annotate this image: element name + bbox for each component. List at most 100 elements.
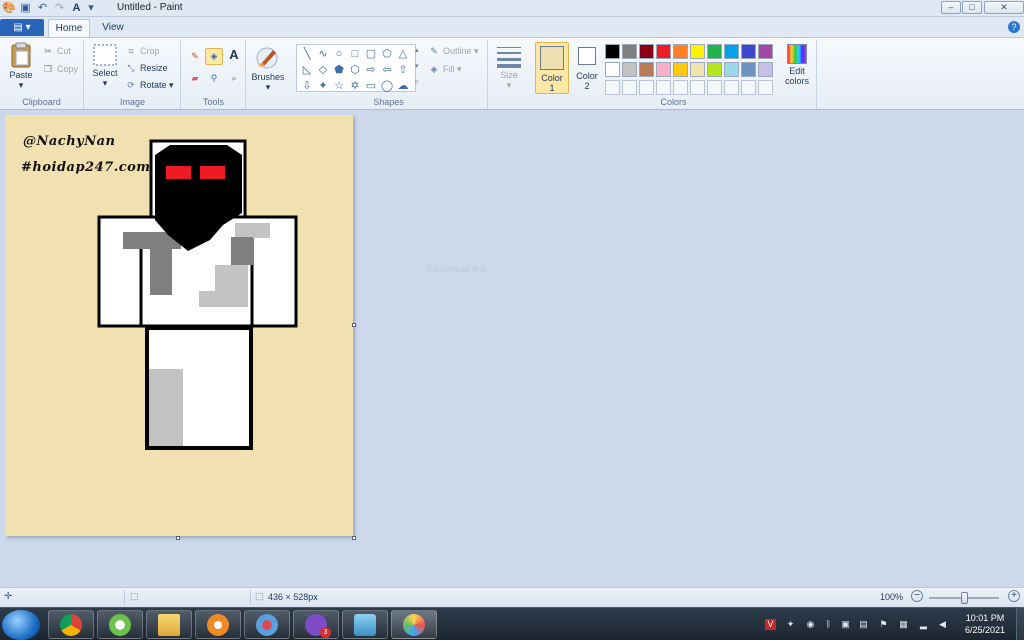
- down-arrow-shape-icon[interactable]: ⇩: [299, 78, 315, 94]
- canvas-workspace[interactable]: @NachyNan #hoidap247.com Fill canvas fir…: [0, 111, 1024, 587]
- color2-button[interactable]: Color 2: [572, 42, 602, 91]
- oval-callout-shape-icon[interactable]: ◯: [379, 78, 395, 94]
- palette-swatch[interactable]: [605, 62, 620, 77]
- close-button[interactable]: ✕: [984, 1, 1024, 14]
- palette-swatch[interactable]: [639, 44, 654, 59]
- palette-custom-swatch[interactable]: [724, 80, 739, 95]
- six-point-star-shape-icon[interactable]: ✡: [347, 78, 363, 94]
- palette-custom-swatch[interactable]: [758, 80, 773, 95]
- cut-button[interactable]: ✂ Cut: [42, 44, 71, 58]
- rectangle-shape-icon[interactable]: □: [347, 46, 363, 62]
- size-button[interactable]: Size ▾: [493, 44, 525, 90]
- tray-volume-icon[interactable]: ◀: [937, 619, 948, 630]
- left-arrow-shape-icon[interactable]: ⇦: [379, 62, 395, 78]
- five-point-star-shape-icon[interactable]: ☆: [331, 78, 347, 94]
- canvas-resize-handle-corner[interactable]: [352, 536, 356, 540]
- taskbar-viber[interactable]: 3: [293, 610, 339, 639]
- palette-swatch[interactable]: [741, 44, 756, 59]
- fill-bucket-tool-icon[interactable]: ◈: [205, 48, 223, 65]
- taskbar-app-7[interactable]: [342, 610, 388, 639]
- tray-bluetooth-icon[interactable]: ᛒ: [823, 619, 834, 630]
- tray-app-icon-3[interactable]: ▣: [840, 619, 851, 630]
- rounded-callout-shape-icon[interactable]: ▭: [363, 78, 379, 94]
- start-button-windows-icon[interactable]: [2, 610, 40, 640]
- palette-swatch[interactable]: [656, 44, 671, 59]
- text-tool-icon[interactable]: A: [226, 48, 242, 62]
- cloud-callout-shape-icon[interactable]: ☁: [395, 78, 411, 94]
- hexagon-shape-icon[interactable]: ⬡: [347, 62, 363, 78]
- tray-app-icon-4[interactable]: ▤: [858, 619, 869, 630]
- up-arrow-shape-icon[interactable]: ⇧: [395, 62, 411, 78]
- shapes-scroll-down-icon[interactable]: ▾: [415, 60, 423, 74]
- palette-custom-swatch[interactable]: [741, 80, 756, 95]
- crop-button[interactable]: ⌗ Crop: [125, 44, 159, 58]
- copy-button[interactable]: ❐ Copy: [42, 62, 78, 76]
- palette-swatch[interactable]: [758, 44, 773, 59]
- file-menu-button[interactable]: ▤ ▾: [0, 19, 44, 36]
- palette-custom-swatch[interactable]: [605, 80, 620, 95]
- resize-button[interactable]: ⤡ Resize: [125, 61, 167, 75]
- eraser-tool-icon[interactable]: ▰: [187, 71, 203, 85]
- palette-swatch[interactable]: [707, 44, 722, 59]
- oval-shape-icon[interactable]: ○: [331, 46, 347, 62]
- taskbar-chrome[interactable]: [48, 610, 94, 639]
- redo-icon[interactable]: ↷: [53, 2, 66, 15]
- right-arrow-shape-icon[interactable]: ⇨: [363, 62, 379, 78]
- pentagon-shape-icon[interactable]: ⬟: [331, 62, 347, 78]
- save-icon[interactable]: ▣: [19, 2, 32, 15]
- palette-custom-swatch[interactable]: [690, 80, 705, 95]
- palette-swatch[interactable]: [741, 62, 756, 77]
- tray-flag-icon[interactable]: ⚑: [878, 619, 889, 630]
- palette-swatch[interactable]: [622, 44, 637, 59]
- palette-swatch[interactable]: [724, 62, 739, 77]
- palette-swatch[interactable]: [758, 62, 773, 77]
- taskbar-app-4[interactable]: [195, 610, 241, 639]
- tray-app-icon-1[interactable]: ✦: [785, 619, 796, 630]
- polygon-shape-icon[interactable]: ⬠: [379, 46, 395, 62]
- palette-swatch[interactable]: [622, 62, 637, 77]
- tab-view[interactable]: View: [94, 19, 132, 37]
- palette-swatch[interactable]: [673, 44, 688, 59]
- rounded-rectangle-shape-icon[interactable]: ▢: [363, 46, 379, 62]
- line-shape-icon[interactable]: ╲: [299, 46, 315, 62]
- paste-button[interactable]: Paste ▾: [6, 42, 36, 90]
- brushes-button[interactable]: Brushes ▾: [251, 44, 285, 92]
- taskbar-paint[interactable]: [391, 610, 437, 639]
- rotate-button[interactable]: ⟳ Rotate ▾: [125, 78, 173, 92]
- palette-swatch[interactable]: [690, 44, 705, 59]
- customize-quick-access-chevron-icon[interactable]: ▾: [87, 2, 95, 15]
- palette-custom-swatch[interactable]: [622, 80, 637, 95]
- color-picker-tool-icon[interactable]: ⚲: [206, 71, 222, 85]
- zoom-in-button[interactable]: +: [1008, 590, 1020, 602]
- palette-custom-swatch[interactable]: [707, 80, 722, 95]
- shapes-expand-icon[interactable]: ▿: [415, 76, 423, 90]
- palette-custom-swatch[interactable]: [639, 80, 654, 95]
- tray-app-icon-2[interactable]: ◉: [805, 619, 816, 630]
- tab-home[interactable]: Home: [48, 19, 90, 37]
- taskbar-app-5[interactable]: [244, 610, 290, 639]
- magnifier-tool-icon[interactable]: ⌕: [226, 71, 242, 85]
- palette-swatch[interactable]: [639, 62, 654, 77]
- palette-swatch[interactable]: [656, 62, 671, 77]
- taskbar-file-explorer[interactable]: [146, 610, 192, 639]
- tray-vivaldi-icon[interactable]: V: [765, 619, 776, 630]
- palette-custom-swatch[interactable]: [673, 80, 688, 95]
- four-point-star-shape-icon[interactable]: ✦: [315, 78, 331, 94]
- taskbar-app-2[interactable]: [97, 610, 143, 639]
- canvas-resize-handle-bottom[interactable]: [176, 536, 180, 540]
- tray-app-icon-5[interactable]: ▦: [898, 619, 909, 630]
- palette-custom-swatch[interactable]: [656, 80, 671, 95]
- palette-swatch[interactable]: [673, 62, 688, 77]
- maximize-button[interactable]: □: [962, 1, 982, 14]
- outline-button[interactable]: ✎ Outline ▾: [428, 44, 478, 58]
- select-button[interactable]: Select ▾: [89, 44, 121, 88]
- help-icon[interactable]: ?: [1008, 21, 1020, 33]
- show-desktop-button[interactable]: [1016, 608, 1024, 640]
- diamond-shape-icon[interactable]: ◇: [315, 62, 331, 78]
- triangle-shape-icon[interactable]: △: [395, 46, 411, 62]
- palette-swatch[interactable]: [690, 62, 705, 77]
- right-triangle-shape-icon[interactable]: ◺: [299, 62, 315, 78]
- palette-swatch[interactable]: [724, 44, 739, 59]
- zoom-out-button[interactable]: −: [911, 590, 923, 602]
- text-a-icon[interactable]: A: [70, 2, 83, 15]
